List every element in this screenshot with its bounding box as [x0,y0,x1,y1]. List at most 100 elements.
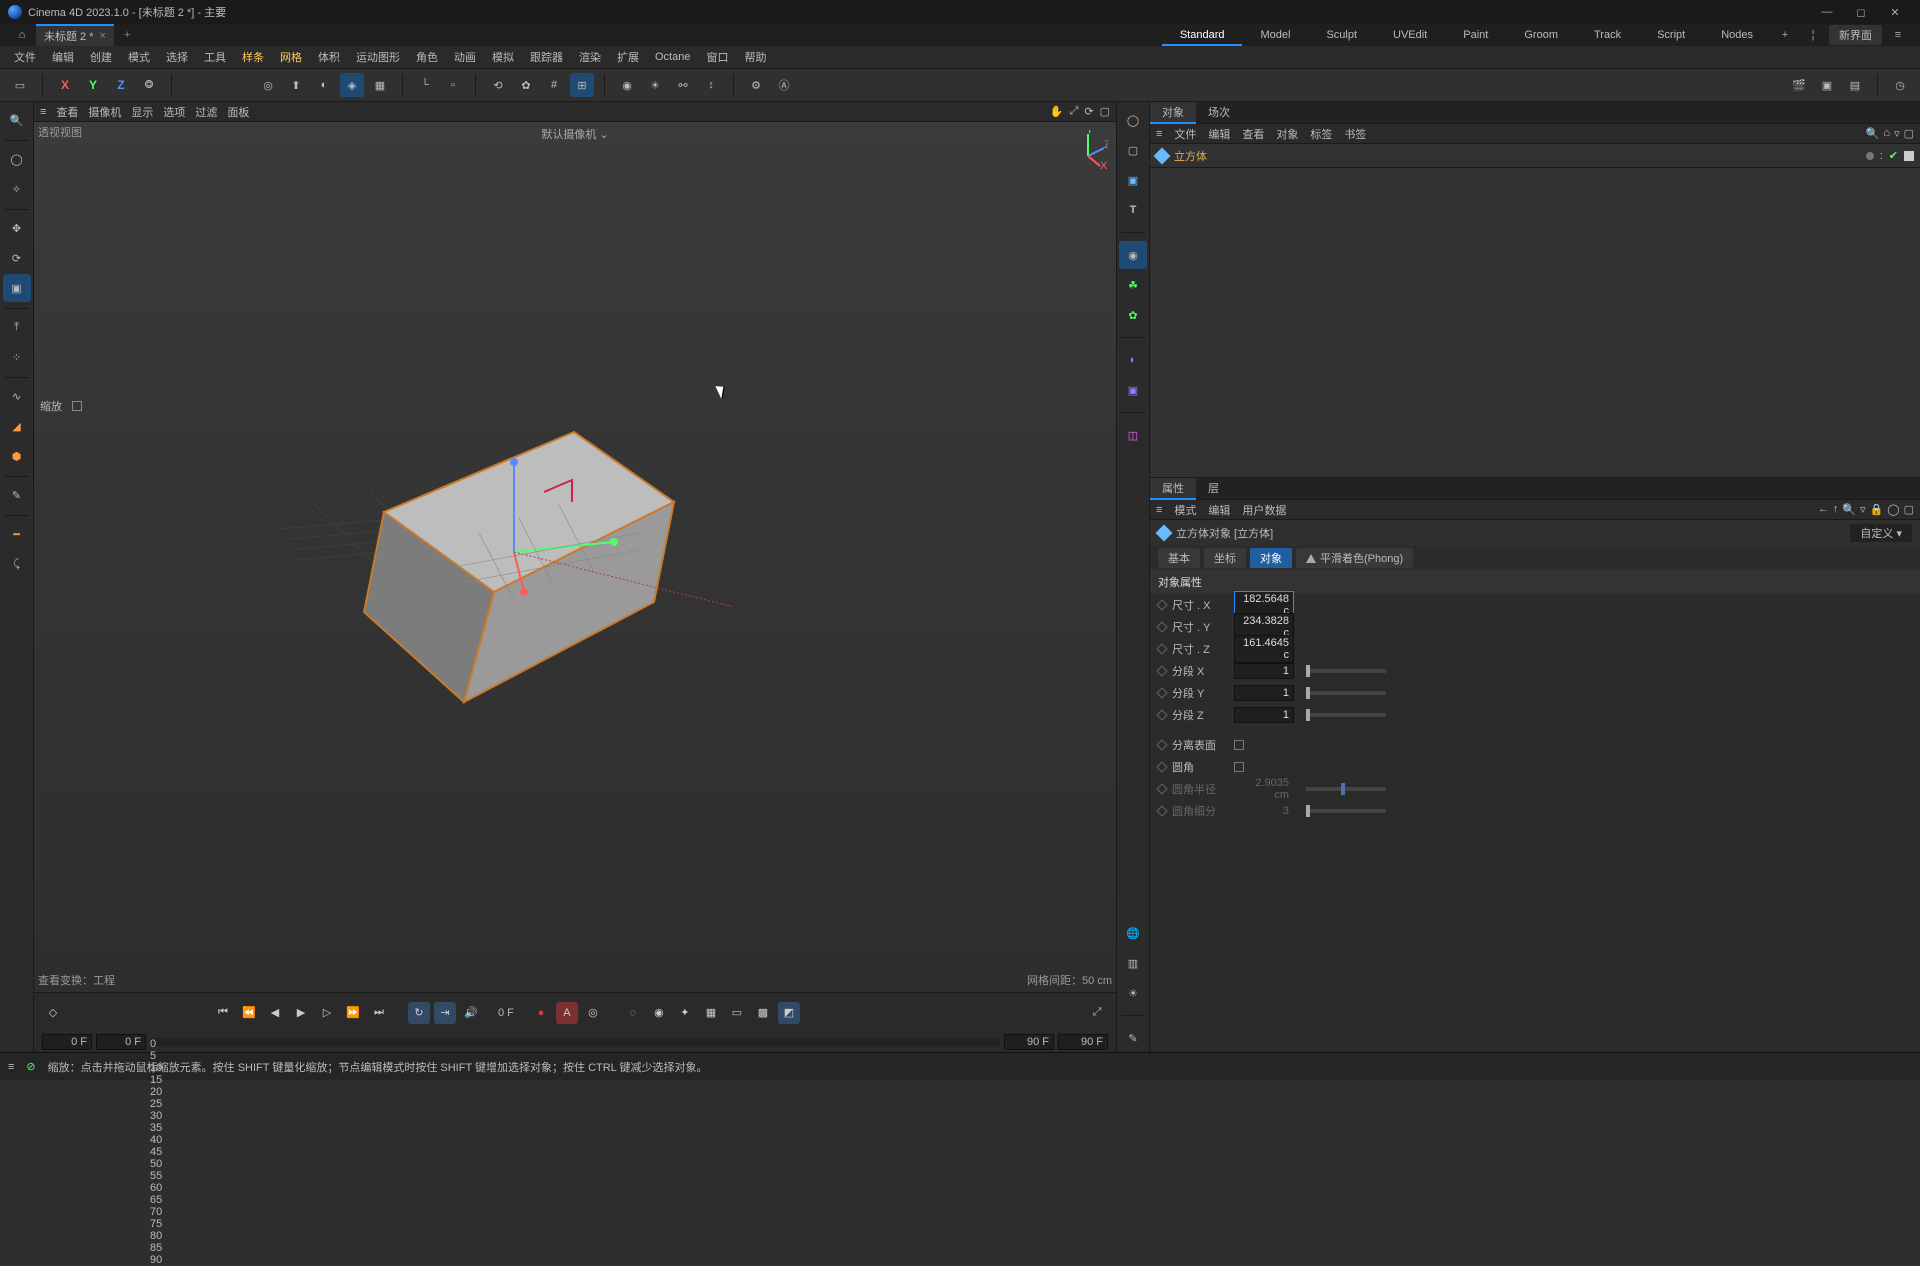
menu-运动图形[interactable]: 运动图形 [348,46,408,68]
selection-filter-button[interactable]: ◩ [778,1002,800,1024]
om-menu-edit[interactable]: 编辑 [1208,126,1230,142]
visibility-dot-icon[interactable]: : [1880,150,1883,162]
om-menu-view[interactable]: 查看 [1242,126,1264,142]
gear-icon[interactable]: ⚙ [744,73,768,97]
prev-frame-button[interactable]: ◀ [264,1002,286,1024]
spline-tool[interactable]: ∿ [3,382,31,410]
scale-tool[interactable]: ▣ [3,274,31,302]
autokey-button[interactable]: A [556,1002,578,1024]
seg-z-slider[interactable] [1306,713,1386,717]
rotate-mode-button[interactable]: ◐ [312,73,336,97]
prev-key-button[interactable]: ⏪ [238,1002,260,1024]
keyframe-icon[interactable] [1156,621,1167,632]
axis-x-toggle[interactable]: X [53,73,77,97]
om-home-icon[interactable]: ⌂ [1883,127,1890,140]
layout-menu-icon[interactable]: ≡ [1884,29,1912,41]
scene-palette-icon[interactable]: ◫ [1119,421,1147,449]
world-axis-button[interactable]: ⭗ [137,73,161,97]
pill-2[interactable]: 对象 [1250,548,1292,568]
axis-gizmo-icon[interactable]: Y Z X [1068,130,1108,170]
add-layout-button[interactable]: + [1771,29,1799,41]
render-settings-button[interactable]: ▤ [1843,73,1867,97]
tab-objects[interactable]: 对象 [1150,102,1196,124]
axis-z-toggle[interactable]: Z [109,73,133,97]
size-z-input[interactable]: 161.4645 c [1234,635,1294,663]
viewport-menu-view[interactable]: 查看 [56,104,78,120]
menu-窗口[interactable]: 窗口 [698,46,736,68]
seg-y-slider[interactable] [1306,691,1386,695]
range-end[interactable]: 90 F [1004,1034,1054,1050]
keyframe-icon[interactable] [1156,643,1167,654]
goto-end-button[interactable]: ⏭ [368,1002,390,1024]
viewport-menu-display[interactable]: 显示 [131,104,153,120]
play-button[interactable]: ▶ [290,1002,312,1024]
layout-tab-standard[interactable]: Standard [1162,24,1243,46]
phong-tag-icon[interactable] [1904,151,1914,161]
attr-lock-icon[interactable]: 🔒 [1870,503,1884,516]
viewport-menu-panel[interactable]: 面板 [227,104,249,120]
material-manager-icon[interactable]: ▥ [1119,949,1147,977]
record-button[interactable]: ● [530,1002,552,1024]
menu-模拟[interactable]: 模拟 [484,46,522,68]
pill-3[interactable]: 平滑着色(Phong) [1296,548,1413,568]
keyframe-icon[interactable] [1156,665,1167,676]
seg-x-slider[interactable] [1306,669,1386,673]
menu-跟踪器[interactable]: 跟踪器 [522,46,571,68]
attr-fwd-icon[interactable]: ↑ [1833,503,1839,516]
attr-menu-edit[interactable]: 编辑 [1208,502,1230,518]
render-view-button[interactable]: 🎬 [1787,73,1811,97]
menu-Octane[interactable]: Octane [647,48,698,66]
tab-layers[interactable]: 层 [1196,478,1231,500]
key-select-button[interactable]: ◎ [582,1002,604,1024]
lasso-tool[interactable]: ✧ [3,175,31,203]
spline-palette-icon[interactable]: ◯ [1119,106,1147,134]
live-select-tool[interactable]: ◯ [3,145,31,173]
layout-tab-track[interactable]: Track [1576,24,1639,46]
menu-模式[interactable]: 模式 [120,46,158,68]
brush-tool[interactable]: ✎ [3,481,31,509]
layout-tab-paint[interactable]: Paint [1445,24,1506,46]
attr-back-icon[interactable]: ← [1818,503,1829,516]
om-search-icon[interactable]: 🔍 [1866,127,1880,140]
viewport-menu-filter[interactable]: 过滤 [195,104,217,120]
camera-palette-icon[interactable]: ▣ [1119,376,1147,404]
key-params-button[interactable]: ▦ [700,1002,722,1024]
layout-tab-sculpt[interactable]: Sculpt [1308,24,1375,46]
align-button[interactable]: ↕ [699,73,723,97]
cube-palette-icon[interactable]: ▣ [1119,166,1147,194]
select-mode-button[interactable]: ◎ [256,73,280,97]
snap-settings-button[interactable]: ✿ [514,73,538,97]
tab-attributes[interactable]: 属性 [1150,478,1196,500]
om-menu-object[interactable]: 对象 [1276,126,1298,142]
next-key-button[interactable]: ⏩ [342,1002,364,1024]
om-max-icon[interactable]: ▢ [1904,127,1914,140]
render-region-button[interactable]: ▣ [1815,73,1839,97]
menu-渲染[interactable]: 渲染 [571,46,609,68]
viewport-orbit-icon[interactable]: ⟳ [1084,105,1093,118]
viewport-menu-camera[interactable]: 摄像机 [88,104,121,120]
menu-动画[interactable]: 动画 [446,46,484,68]
pill-0[interactable]: 基本 [1158,548,1200,568]
misc-tool-1[interactable]: ━ [3,520,31,548]
deformer-palette-icon[interactable]: ✿ [1119,301,1147,329]
menu-样条[interactable]: 样条 [234,46,272,68]
menu-帮助[interactable]: 帮助 [736,46,774,68]
seg-z-input[interactable]: 1 [1234,707,1294,723]
edit-icon[interactable]: ✎ [1119,1024,1147,1052]
menu-角色[interactable]: 角色 [408,46,446,68]
close-tab-icon[interactable]: × [100,30,106,42]
auto-button[interactable]: Ⓐ [772,73,796,97]
minimize-button[interactable]: — [1810,0,1844,24]
viewport-max-icon[interactable]: ▢ [1100,105,1110,118]
keyframe-icon[interactable] [1156,761,1167,772]
menu-选择[interactable]: 选择 [158,46,196,68]
move-tool[interactable]: ✥ [3,214,31,242]
key-rotation-button[interactable]: ◉ [648,1002,670,1024]
viewport-menu-options[interactable]: 选项 [163,104,185,120]
viewport-menu-icon[interactable]: ≡ [40,106,46,118]
separate-checkbox[interactable] [1234,740,1244,750]
menu-文件[interactable]: 文件 [6,46,44,68]
cube-object[interactable] [314,362,734,742]
range-end-max[interactable]: 90 F [1058,1034,1108,1050]
fillet-checkbox[interactable] [1234,762,1244,772]
